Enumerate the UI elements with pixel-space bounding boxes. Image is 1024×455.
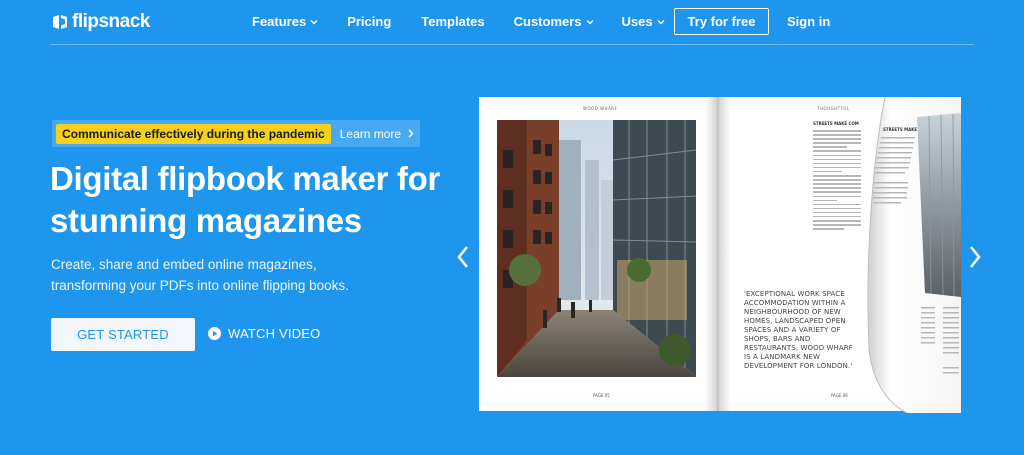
right-column-heading: STREETS MAKE COM: [813, 121, 859, 126]
play-circle-icon: [208, 327, 221, 340]
street-photo: [497, 120, 696, 377]
nav-features[interactable]: Features: [252, 14, 318, 29]
curl-column-heading: STREETS MAKE: [883, 127, 917, 132]
learn-more-link[interactable]: Learn more: [340, 127, 414, 141]
right-page-header: THOUGHTFUL: [817, 106, 850, 111]
right-page-number: PAGE 06: [831, 393, 848, 398]
nav-uses[interactable]: Uses: [622, 14, 665, 29]
nav-links: Features Pricing Templates Customers Use…: [252, 14, 665, 29]
book-left-page: WOOD WHARF PAGE 05: [479, 97, 717, 411]
nav-pricing[interactable]: Pricing: [347, 14, 391, 29]
nav-templates-label: Templates: [421, 14, 485, 29]
chevron-right-icon: [408, 129, 414, 138]
text-column: [813, 130, 861, 232]
nav-templates[interactable]: Templates: [421, 14, 484, 29]
chevron-right-icon[interactable]: [966, 244, 984, 270]
nav-customers[interactable]: Customers: [514, 14, 594, 29]
chevron-down-icon: [657, 19, 665, 24]
nav-divider: [50, 44, 974, 45]
flipbook-preview[interactable]: WOOD WHARF PAGE 05 THOUGHTFUL STREETS MA…: [479, 97, 961, 413]
nav-features-label: Features: [252, 14, 307, 29]
learn-more-label: Learn more: [339, 126, 402, 141]
announcement-bar: Communicate effectively during the pande…: [52, 120, 421, 147]
brand-logo[interactable]: flipsnack: [52, 11, 150, 33]
watch-video-label: WATCH VIDEO: [228, 326, 321, 341]
nav-customers-label: Customers: [513, 14, 582, 29]
chevron-down-icon: [586, 19, 594, 24]
chevron-left-icon[interactable]: [454, 244, 472, 270]
flipsnack-logo-icon: [52, 14, 68, 30]
left-page-number: PAGE 05: [593, 393, 610, 398]
hero-subtext: Create, share and embed online magazines…: [51, 257, 349, 293]
left-page-header: WOOD WHARF: [583, 106, 618, 111]
watch-video-button[interactable]: WATCH VIDEO: [208, 326, 320, 341]
brand-name: flipsnack: [72, 11, 150, 32]
page-curl: STREETS MAKE: [867, 97, 961, 413]
get-started-button[interactable]: GET STARTED: [51, 318, 195, 351]
chevron-down-icon: [310, 19, 318, 24]
book-spine: [705, 97, 731, 411]
hero-headline: Digital flipbook maker for stunning maga…: [50, 160, 441, 239]
announcement-badge: Communicate effectively during the pande…: [56, 123, 331, 144]
pull-quote: 'EXCEPTIONAL WORK SPACE ACCOMMODATION WI…: [744, 290, 853, 370]
top-navigation: flipsnack Features Pricing Templates Cus…: [0, 0, 1024, 44]
sign-in-link[interactable]: Sign in: [787, 14, 830, 29]
nav-uses-label: Uses: [621, 14, 653, 29]
try-for-free-button[interactable]: Try for free: [674, 8, 769, 35]
nav-pricing-label: Pricing: [347, 14, 392, 29]
